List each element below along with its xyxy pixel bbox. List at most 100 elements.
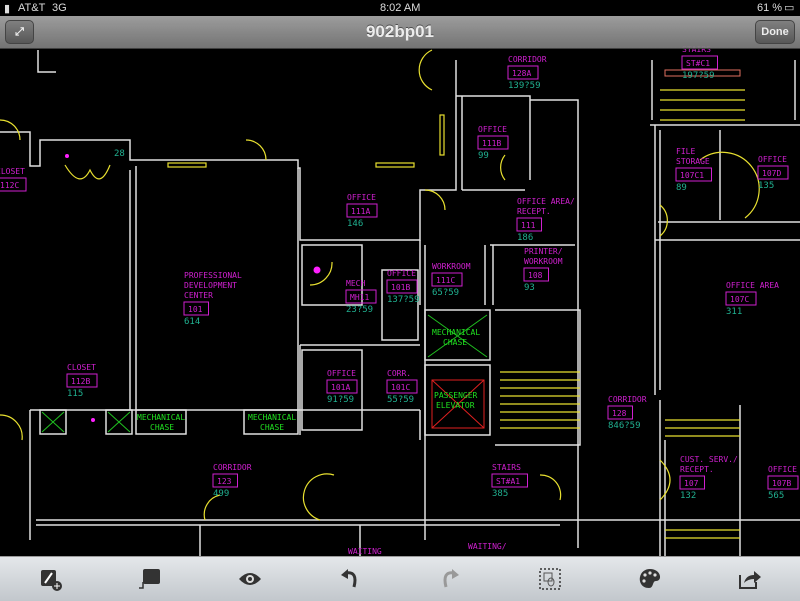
room-label[interactable]: CORR. 101C 55?59 <box>386 369 418 405</box>
room-number: 111C <box>436 276 455 285</box>
battery-icon: ▭ <box>784 2 795 14</box>
room-name: WORKROOM <box>524 257 563 266</box>
room-area: 197?59 <box>682 71 715 81</box>
room-name: CORRIDOR <box>213 463 252 472</box>
room-label[interactable]: PRINTER/WORKROOM 108 93 <box>523 247 563 293</box>
room-label[interactable]: OFFICE 111B 99 <box>477 125 509 161</box>
chase-label: CHASE <box>260 423 284 432</box>
room-area: 115 <box>67 389 83 399</box>
room-label[interactable]: MECH MH11 23?59 <box>345 279 377 315</box>
room-area: 93 <box>524 283 535 293</box>
carrier: AT&T <box>18 2 46 14</box>
room-label[interactable]: STAIRS ST#A1 385 <box>491 463 528 499</box>
done-button[interactable]: Done <box>755 20 795 44</box>
room-name: OFFICE <box>347 193 376 202</box>
room-number: 107B <box>772 479 791 488</box>
room-label[interactable]: STAIRSST#C1197?59 <box>681 45 718 81</box>
room-name: CORR. <box>387 369 411 378</box>
room-label[interactable]: OFFICE AREA 107B 565 <box>767 465 800 501</box>
room-label[interactable]: OFFICE 107D 135 <box>757 155 789 191</box>
room-number: 101B <box>391 283 410 292</box>
room-label[interactable]: WORKROOM 111C 65?59 <box>431 262 471 298</box>
room-label[interactable]: OFFICE 101A 91?59 <box>326 369 358 405</box>
room-name: DEVELOPMENT <box>184 281 237 290</box>
room-label[interactable]: OFFICE 101B 137?59 <box>386 269 420 305</box>
room-number: 112B <box>71 377 90 386</box>
room-number: 128A <box>512 69 531 78</box>
room-label[interactable]: OFFICE 111A 146 <box>346 193 378 229</box>
room-number: 101C <box>391 383 410 392</box>
chase-label: MECHANICAL <box>432 328 480 337</box>
room-area: 614 <box>184 317 200 327</box>
undo-button[interactable] <box>300 557 400 601</box>
status-bar: ▮ AT&T 3G 8:02 AM 61 % ▭ <box>0 0 800 16</box>
room-area: 385 <box>492 489 508 499</box>
select-icon <box>539 568 561 590</box>
room-label[interactable]: CORRIDOR 128 846?59 <box>607 395 647 431</box>
room-number: MH11 <box>350 293 369 302</box>
room-name: CLOSET <box>0 167 25 176</box>
chase-label: CHASE <box>443 338 467 347</box>
area-label: 28 <box>114 149 125 159</box>
room-label[interactable]: FILESTORAGE 107C1 89 <box>675 147 712 193</box>
room-area: 846?59 <box>608 421 641 431</box>
battery-level: 61 % <box>757 2 783 14</box>
signal-icon: ▮ <box>4 3 11 15</box>
room-area: 65?59 <box>432 288 459 298</box>
room-name: RECEPT. <box>680 465 714 474</box>
view-button[interactable] <box>200 557 300 601</box>
room-number: 111A <box>351 207 370 216</box>
palette-icon <box>639 569 661 588</box>
clock: 8:02 AM <box>380 2 421 14</box>
room-area: 311 <box>726 307 742 317</box>
room-label[interactable]: OFFICE AREA/RECEPT. 111 186 <box>516 197 575 243</box>
room-number: 107C <box>730 295 749 304</box>
room-name: OFFICE AREA/ <box>517 197 575 206</box>
room-area: 89 <box>676 183 687 193</box>
elevator-label: PASSENGER <box>434 391 478 400</box>
redo-button[interactable] <box>400 557 500 601</box>
room-label[interactable]: CORRIDOR 123 499 <box>212 463 252 499</box>
room-area: 565 <box>768 491 784 501</box>
room-number: 128 <box>612 409 627 418</box>
select-button[interactable] <box>500 557 600 601</box>
comment-icon <box>139 569 160 589</box>
room-area: 91?59 <box>327 395 354 405</box>
room-area: 99 <box>478 151 489 161</box>
room-name: OFFICE AREA <box>726 281 779 290</box>
share-button[interactable] <box>700 557 800 601</box>
room-number: 101A <box>331 383 350 392</box>
room-number: 107D <box>762 169 781 178</box>
room-label[interactable]: CUST. SERV./RECEPT. 107 132 <box>679 455 738 501</box>
room-name: MECH <box>346 279 365 288</box>
room-name: OFFICE <box>478 125 507 134</box>
doors-and-stairs <box>0 49 760 539</box>
room-label[interactable]: CORRIDOR 128A 139?59 <box>507 55 547 91</box>
annotate-button[interactable] <box>0 557 100 601</box>
room-number: 101 <box>188 305 203 314</box>
room-number: 111B <box>482 139 501 148</box>
room-name: CENTER <box>184 291 213 300</box>
room-name: FILE <box>676 147 695 156</box>
room-label[interactable]: PROFESSIONALDEVELOPMENTCENTER 101 614 <box>183 271 242 327</box>
room-area: 135 <box>758 181 774 191</box>
room-labels: CORRIDOR 128A 139?59 STAIRS ST#C1 197?59 OFFIC… <box>0 45 800 501</box>
room-name: OFFICE AREA <box>768 465 800 474</box>
room-area: 499 <box>213 489 229 499</box>
comment-button[interactable] <box>100 557 200 601</box>
room-name: WAITING/ <box>468 542 507 551</box>
floor-plan-canvas[interactable]: CORRIDOR 128A 139?59 STAIRS ST#C1 197?59 OFFIC… <box>0 0 800 600</box>
room-number: ST#C1 <box>686 59 710 68</box>
view-icon <box>239 573 261 585</box>
room-number: 123 <box>217 477 232 486</box>
room-label[interactable]: OFFICE AREA 107C 311 <box>725 281 779 317</box>
room-area: 139?59 <box>508 81 541 91</box>
room-name: CORRIDOR <box>608 395 647 404</box>
room-number: ST#A1 <box>496 477 520 486</box>
undo-icon <box>341 569 357 588</box>
room-label[interactable]: CLOSET 112C <box>0 167 27 192</box>
room-label[interactable]: CLOSET 112B 115 <box>66 363 98 399</box>
network: 3G <box>52 2 67 14</box>
redo-icon <box>443 569 459 588</box>
palette-button[interactable] <box>600 557 700 601</box>
